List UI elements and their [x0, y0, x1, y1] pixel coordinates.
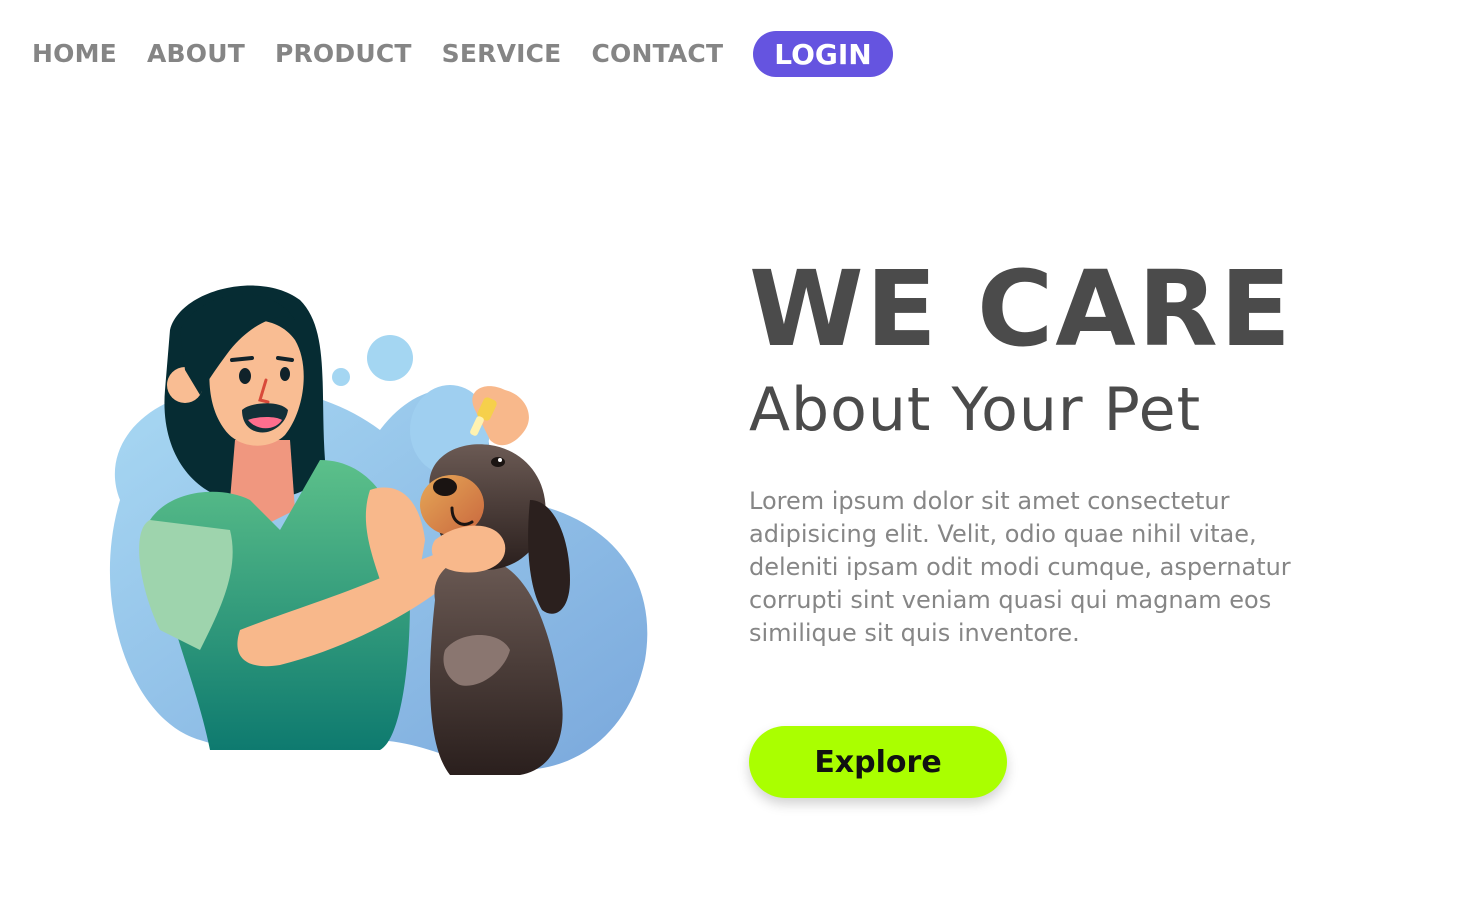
hero-illustration	[80, 270, 660, 790]
nav-about-link[interactable]: ABOUT	[147, 30, 245, 78]
main-nav: HOME ABOUT PRODUCT SERVICE CONTACT LOGIN	[32, 30, 893, 78]
hero-description: Lorem ipsum dolor sit amet consectetur a…	[749, 487, 1291, 647]
explore-button[interactable]: Explore	[749, 726, 1007, 798]
nav-service-link[interactable]: SERVICE	[442, 30, 562, 78]
hero-subtitle: About Your Pet	[749, 375, 1202, 445]
landing-page: HOME ABOUT PRODUCT SERVICE CONTACT LOGIN	[0, 0, 1462, 900]
nav-home-link[interactable]: HOME	[32, 30, 117, 78]
login-button[interactable]: LOGIN	[753, 31, 893, 77]
nav-product-link[interactable]: PRODUCT	[275, 30, 412, 78]
nav-contact-link[interactable]: CONTACT	[591, 30, 723, 78]
vet-pet-illustration-icon	[109, 285, 648, 775]
hero-section: WE CARE About Your Pet Lorem ipsum dolor…	[749, 255, 1389, 798]
hero-title: WE CARE	[749, 248, 1293, 370]
